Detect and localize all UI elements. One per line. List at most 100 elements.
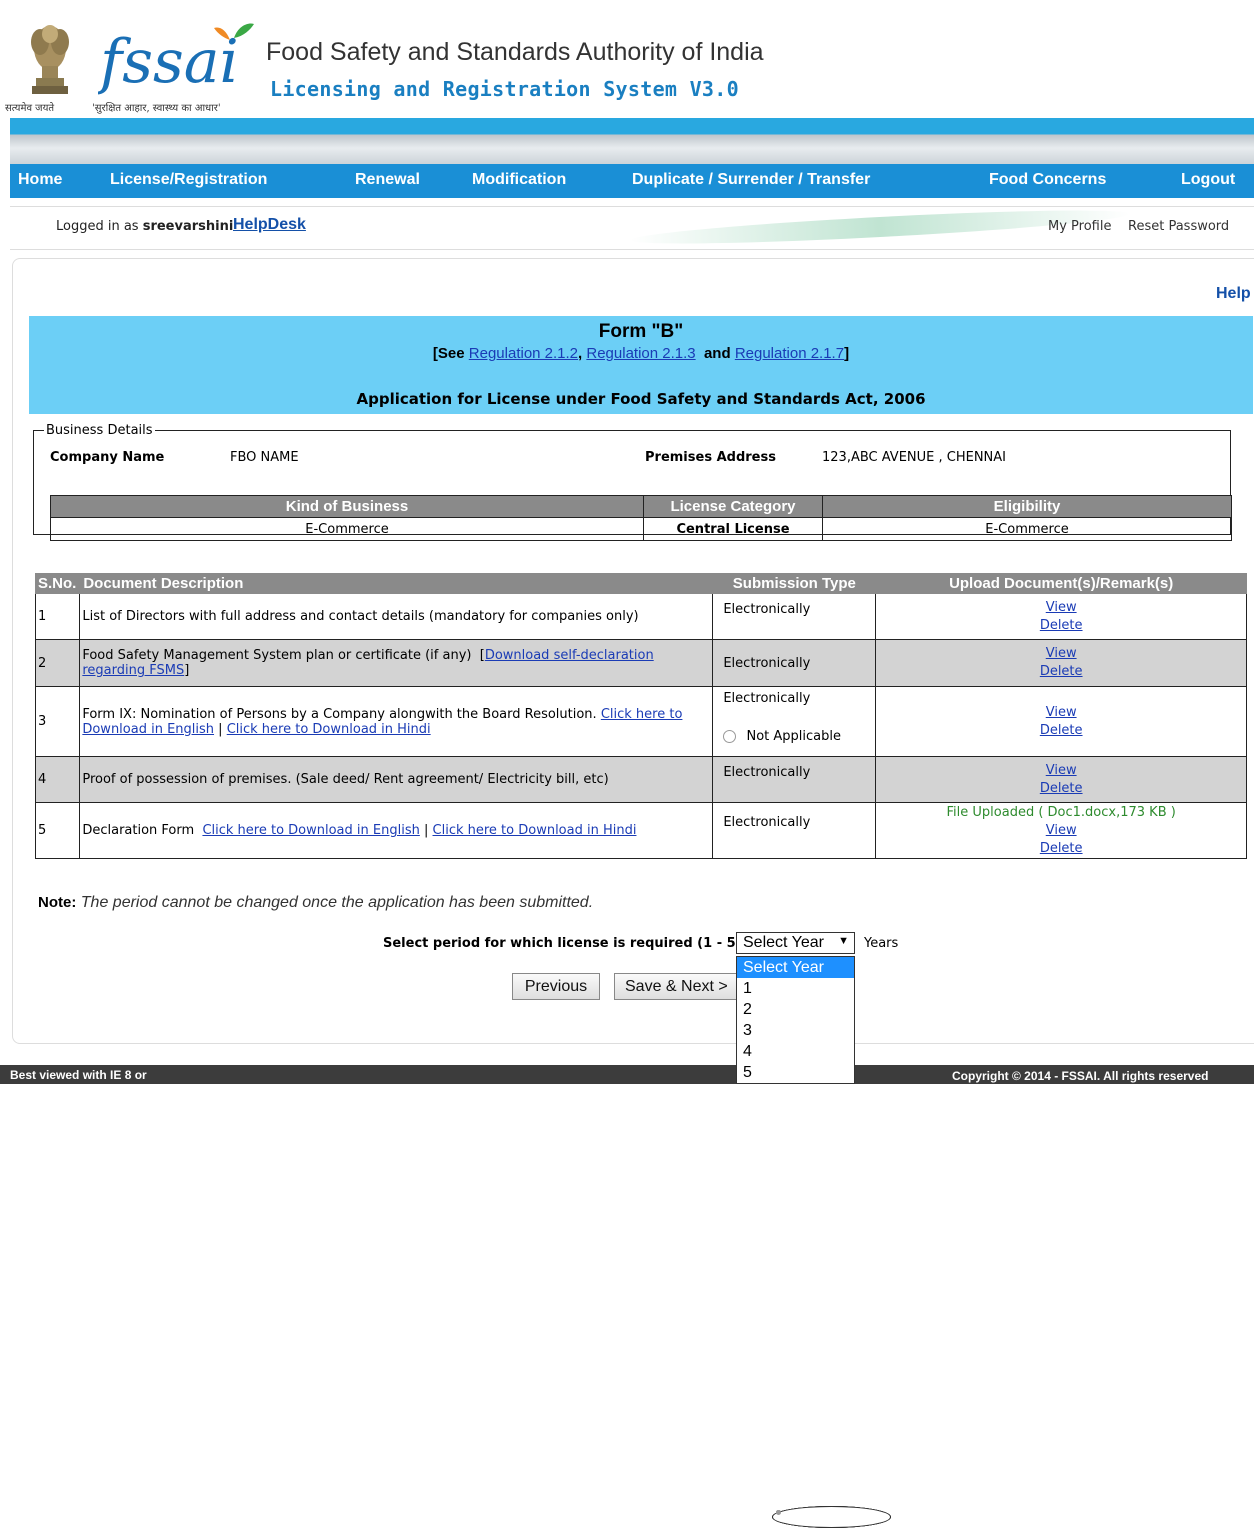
nav-home[interactable]: Home [18, 171, 62, 189]
org-name: Food Safety and Standards Authority of I… [266, 38, 764, 66]
table-row: 4 Proof of possession of premises. (Sale… [34, 756, 1247, 1528]
reset-password-link[interactable]: Reset Password [1128, 219, 1229, 234]
upload-remarks-header: Upload Document(s)/Remark(s) [875, 573, 1247, 594]
license-category-value: Central License [643, 517, 823, 541]
nav-renewal[interactable]: Renewal [355, 171, 420, 189]
row-description: List of Directors with full address and … [79, 593, 714, 640]
view-link[interactable]: View [1046, 763, 1077, 778]
copyright: Copyright © 2014 - FSSAI. All rights res… [952, 1069, 1209, 1083]
row-description-cell: Declaration Form Click here to Download … [79, 802, 714, 859]
kind-of-business-value: E-Commerce [50, 517, 644, 541]
regulation-line: [See Regulation 2.1.2, Regulation 2.1.3 … [29, 345, 1253, 362]
delete-link[interactable]: Delete [1040, 723, 1083, 738]
row-description: Food Safety Management System plan or ce… [82, 648, 472, 663]
regulation-2-1-7-link[interactable]: Regulation 2.1.7 [735, 345, 844, 362]
file-uploaded-text: File Uploaded ( Doc1.docx,173 KB ) [946, 804, 1176, 820]
fssai-logo: fssai [98, 23, 254, 97]
upload-actions-cell: View Delete [875, 686, 1247, 757]
and-text: and [703, 345, 731, 362]
save-next-button[interactable]: Save & Next > [614, 973, 744, 1000]
not-applicable-radio[interactable] [723, 729, 737, 743]
row-description: Proof of possession of premises. (Sale d… [79, 756, 714, 803]
period-year-select[interactable]: Select Year ▼ [736, 932, 855, 954]
upload-actions-cell: View Delete [875, 756, 1247, 803]
logged-in-prefix: Logged in as [56, 219, 139, 234]
year-option[interactable]: 2 [737, 999, 854, 1020]
year-option[interactable]: 1 [737, 978, 854, 999]
download-english-link[interactable]: Click here to Download in English [202, 823, 419, 838]
nav-modification[interactable]: Modification [472, 171, 566, 189]
row-sno: 2 [34, 639, 81, 687]
premises-address-label: Premises Address [645, 450, 776, 465]
period-label-text: Select period for which license is requi… [383, 936, 742, 951]
fssai-logo-text: fssai [98, 27, 239, 97]
electronically-label: Electronically [723, 765, 811, 780]
separator: | [423, 823, 429, 838]
delete-link[interactable]: Delete [1040, 781, 1083, 796]
note-text: The period cannot be changed once the ap… [80, 894, 594, 911]
helpdesk-link[interactable]: HelpDesk [233, 216, 306, 234]
logged-in-text: Logged in as sreevarshini [56, 219, 233, 234]
row-description: Declaration Form [82, 823, 195, 838]
nav-food-concerns[interactable]: Food Concerns [989, 171, 1106, 189]
period-selected-value: Select Year [743, 934, 824, 951]
emblem-caption: सत्यमेव जयते [5, 103, 55, 114]
period-label: Select period for which license is requi… [383, 936, 748, 951]
license-category-header: License Category [643, 495, 823, 518]
regulation-2-1-2-link[interactable]: Regulation 2.1.2 [469, 345, 578, 362]
row-description: Form IX: Nomination of Persons by a Comp… [82, 706, 597, 722]
regulation-2-1-3-link[interactable]: Regulation 2.1.3 [586, 345, 695, 362]
table-row: 1 List of Directors with full address an… [34, 593, 1247, 1528]
previous-button[interactable]: Previous [512, 973, 600, 1000]
electronically-label: Electronically [723, 655, 811, 671]
browser-note: Best viewed with IE 8 or [10, 1068, 147, 1082]
premises-address-value: 123,ABC AVENUE , CHENNAI [822, 450, 1006, 465]
not-applicable-label: Not Applicable [746, 728, 841, 744]
submission-type-cell: Electronically [712, 593, 891, 1528]
year-option[interactable]: 4 [737, 1041, 854, 1062]
download-hindi-link[interactable]: Click here to Download in Hindi [433, 823, 637, 838]
table-row: 5 Declaration Form Click here to Downloa… [34, 802, 1247, 1528]
my-profile-link[interactable]: My Profile [1048, 219, 1111, 234]
year-option[interactable]: 3 [737, 1020, 854, 1041]
electronically-radio[interactable] [771, 1505, 891, 1528]
view-link[interactable]: View [1046, 705, 1077, 720]
upload-actions-cell: View Delete [875, 639, 1247, 687]
kind-of-business-header: Kind of Business [50, 495, 644, 518]
view-link[interactable]: View [1046, 646, 1077, 661]
form-title: Form "B" [598, 321, 684, 342]
close-bracket: ] [844, 345, 850, 362]
submission-type-cell: Electronically Not Applicable [712, 686, 891, 1528]
electronically-label: Electronically [723, 690, 811, 706]
system-name: Licensing and Registration System V3.0 [270, 77, 739, 101]
site-footer: Best viewed with IE 8 or Copyright © 201… [0, 1065, 1254, 1084]
row-description-cell: Form IX: Nomination of Persons by a Comp… [79, 686, 714, 757]
logo-tagline: 'सुरक्षित आहार, स्वास्थ्य का आधार' [92, 103, 221, 114]
submission-type-cell: Electronically [712, 639, 891, 1528]
eligibility-value: E-Commerce [822, 517, 1232, 541]
delete-link[interactable]: Delete [1040, 618, 1083, 633]
year-option[interactable]: Select Year [737, 957, 854, 978]
submission-type-cell: Electronically [712, 756, 891, 1528]
help-link[interactable]: Help [1216, 285, 1251, 303]
username: sreevarshini [142, 219, 234, 234]
period-note: Note: The period cannot be changed once … [38, 894, 593, 912]
submission-type-header: Submission Type [712, 573, 877, 594]
see-prefix: [See [432, 345, 465, 362]
separator: | [218, 721, 223, 737]
year-option[interactable]: 5 [737, 1062, 854, 1083]
site-header: सत्यमेव जयते fssai 'सुरक्षित आहार, स्वास… [0, 0, 1254, 118]
electronically-label: Electronically [723, 815, 811, 830]
download-hindi-link[interactable]: Click here to Download in Hindi [227, 722, 431, 737]
nav-license-registration[interactable]: License/Registration [110, 171, 267, 189]
chevron-down-icon: ▼ [838, 935, 849, 947]
nav-duplicate-surrender-transfer[interactable]: Duplicate / Surrender / Transfer [632, 171, 870, 189]
nav-logout[interactable]: Logout [1181, 171, 1235, 189]
delete-link[interactable]: Delete [1040, 841, 1083, 856]
view-link[interactable]: View [1046, 823, 1077, 838]
row-sno: 4 [34, 756, 81, 803]
bracket-close: ] [184, 663, 190, 678]
company-name-value: FBO NAME [230, 450, 299, 465]
delete-link[interactable]: Delete [1040, 664, 1083, 679]
view-link[interactable]: View [1046, 600, 1077, 615]
